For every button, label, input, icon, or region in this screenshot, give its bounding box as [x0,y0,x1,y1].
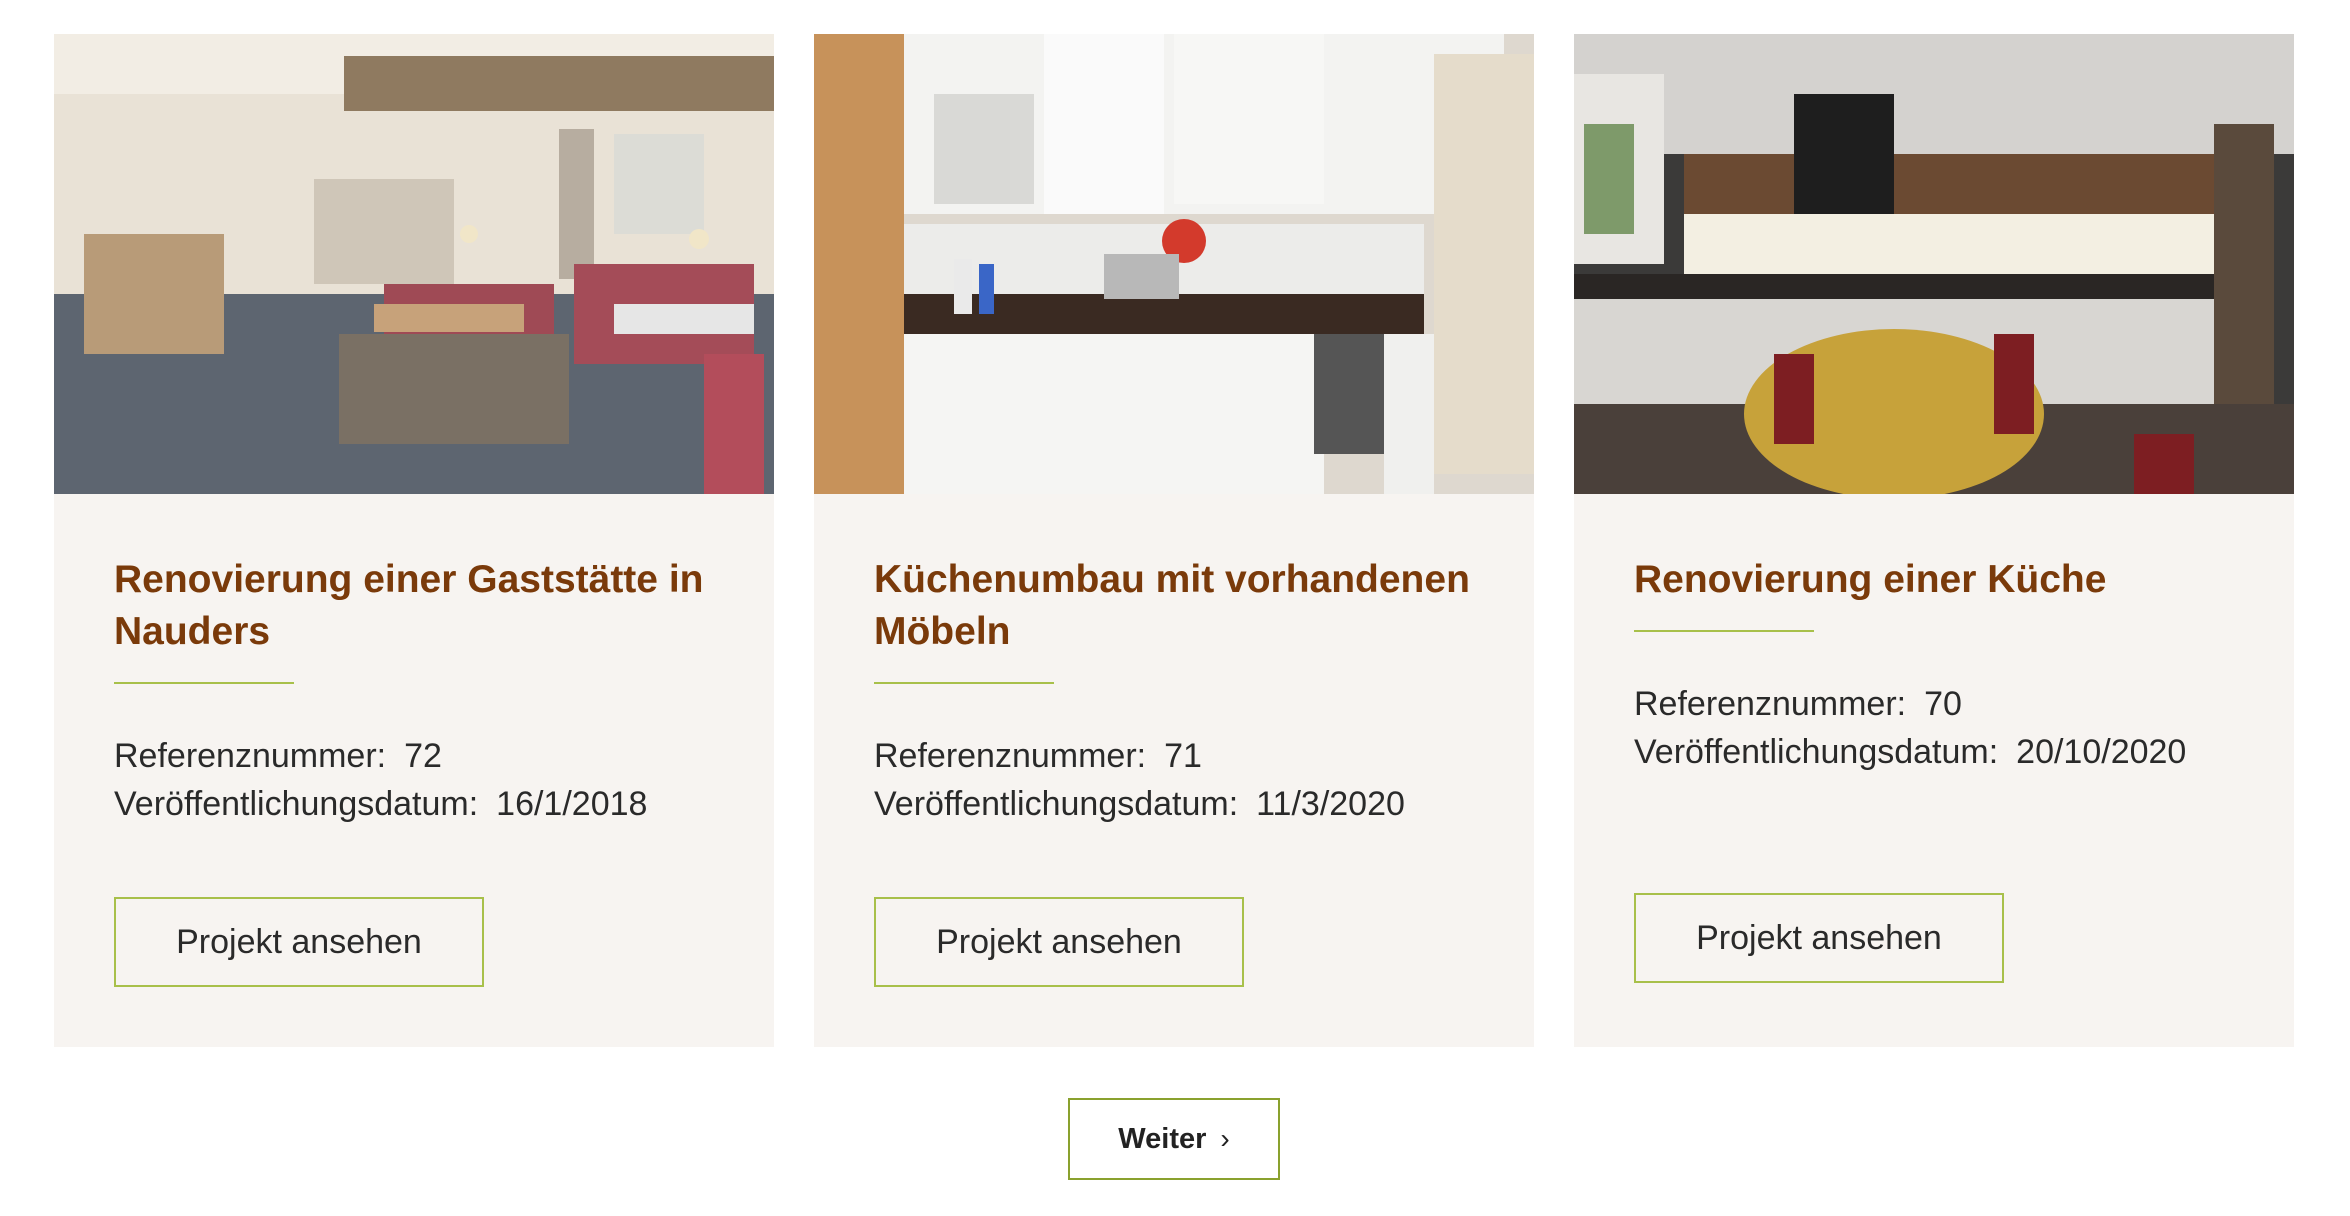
publication-label: Veröffentlichungsdatum: [114,785,479,823]
reference-label: Referenznummer: [114,737,387,775]
project-image-kitchen-dark[interactable] [1574,34,2294,494]
project-card: Küchenumbau mit vorhandenen Möbeln Refer… [814,34,1534,1047]
next-page-button[interactable]: Weiter › [1068,1098,1280,1180]
reference-label: Referenznummer: [874,737,1147,775]
reference-value: 71 [1164,737,1202,775]
publication-label: Veröffentlichungsdatum: [1634,733,1999,771]
project-card: Renovierung einer Küche Referenznummer: 7… [1574,34,2294,1047]
project-grid: Renovierung einer Gaststätte in Nauders … [54,34,2295,1047]
reference-label: Referenznummer: [1634,685,1907,723]
project-meta: Referenznummer: 72 Veröffentlichungsdatum… [114,732,674,828]
project-meta: Referenznummer: 70 Veröffentlichungsdatum… [1634,680,2186,776]
view-project-button[interactable]: Projekt ansehen [114,897,484,987]
project-image-kitchen-white[interactable] [814,34,1534,494]
publication-date-row: Veröffentlichungsdatum: 11/3/2020 [874,780,1434,828]
project-title[interactable]: Renovierung einer Küche [1634,554,2234,606]
project-meta: Referenznummer: 71 Veröffentlichungsdatum… [874,732,1434,828]
publication-date-row: Veröffentlichungsdatum: 20/10/2020 [1634,728,2186,776]
project-title[interactable]: Küchenumbau mit vorhandenen Möbeln [874,554,1474,658]
reference-value: 70 [1924,685,1962,723]
project-image-restaurant[interactable] [54,34,774,494]
next-label: Weiter [1118,1122,1207,1155]
title-underline [1634,630,1814,632]
view-project-button[interactable]: Projekt ansehen [874,897,1244,987]
reference-number-row: Referenznummer: 70 [1634,680,2104,728]
title-underline [874,682,1054,684]
publication-value: 16/1/2018 [496,785,648,823]
chevron-right-icon: › [1220,1123,1230,1154]
title-underline [114,682,294,684]
publication-value: 20/10/2020 [2016,733,2187,771]
reference-number-row: Referenznummer: 71 [874,732,1434,780]
publication-label: Veröffentlichungsdatum: [874,785,1239,823]
project-title[interactable]: Renovierung einer Gaststätte in Nauders [114,554,714,658]
publication-date-row: Veröffentlichungsdatum: 16/1/2018 [114,780,674,828]
project-card: Renovierung einer Gaststätte in Nauders … [54,34,774,1047]
publication-value: 11/3/2020 [1256,785,1405,823]
reference-value: 72 [404,737,442,775]
reference-number-row: Referenznummer: 72 [114,732,674,780]
view-project-button[interactable]: Projekt ansehen [1634,893,2004,983]
